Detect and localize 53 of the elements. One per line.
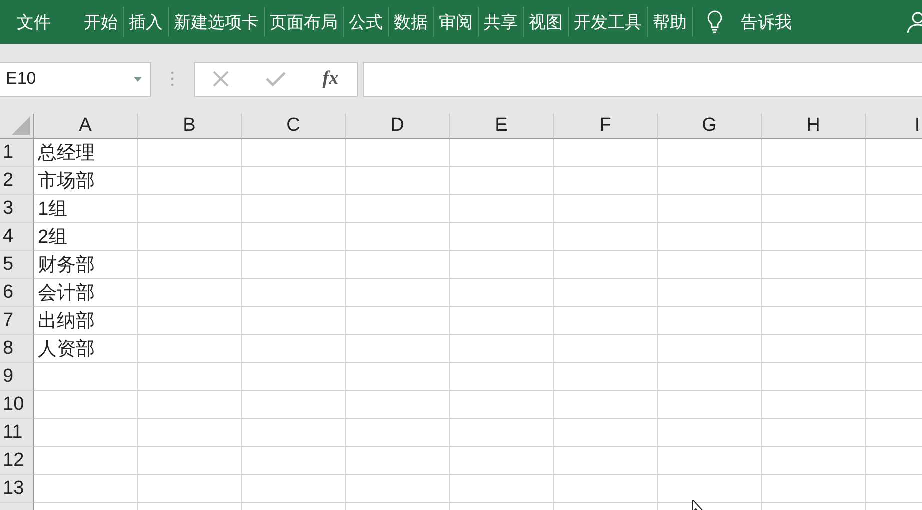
row-header[interactable]: 3	[0, 195, 34, 223]
ribbon-tab[interactable]: 公式	[344, 0, 388, 44]
name-box[interactable]: E10	[0, 62, 151, 96]
column-header[interactable]: C	[242, 114, 346, 139]
table-cell: 会计部	[34, 279, 138, 307]
row-header[interactable]: 11	[0, 419, 34, 447]
row-header[interactable]: 2	[0, 167, 34, 195]
file-tab[interactable]: 文件	[0, 0, 67, 44]
row-header[interactable]: 12	[0, 447, 34, 475]
row-header[interactable]: 13	[0, 475, 34, 503]
checkmark-icon[interactable]	[266, 71, 286, 87]
column-header[interactable]: F	[554, 114, 658, 139]
row-header[interactable]: 10	[0, 391, 34, 419]
select-all-icon[interactable]	[12, 117, 30, 135]
column-header[interactable]: D	[346, 114, 450, 139]
column-header[interactable]: A	[34, 114, 138, 139]
table-cell: 出纳部	[34, 307, 138, 335]
mouse-pointer-icon	[692, 500, 704, 510]
table-cell: 财务部	[34, 251, 138, 279]
tell-me-search[interactable]: 告诉我	[735, 10, 798, 34]
ribbon-tab[interactable]: 数据	[389, 0, 433, 44]
lightbulb-icon	[707, 10, 723, 34]
column-header[interactable]: G	[658, 114, 762, 139]
column-header[interactable]: H	[762, 114, 866, 139]
ribbon-tab[interactable]: 开发工具	[569, 0, 647, 44]
table-cell: 市场部	[34, 167, 138, 195]
row-header[interactable]: 6	[0, 279, 34, 307]
row-header[interactable]: 8	[0, 335, 34, 363]
ribbon-tab[interactable]: 共享	[479, 0, 523, 44]
ribbon-tab[interactable]: 新建选项卡	[169, 0, 264, 44]
row-header[interactable]: 1	[0, 139, 34, 167]
cancel-icon[interactable]	[213, 71, 230, 87]
row-header[interactable]: 7	[0, 307, 34, 335]
ribbon-tab[interactable]: 插入	[124, 0, 168, 44]
table-cell: 总经理	[34, 139, 138, 167]
ribbon-tab[interactable]: 页面布局	[265, 0, 343, 44]
table-cell: 1组	[34, 195, 138, 223]
ribbon-tab[interactable]: 帮助	[648, 0, 692, 44]
drag-handle-icon[interactable]	[171, 71, 174, 87]
insert-function-button[interactable]: fx	[322, 68, 339, 90]
row-header[interactable]: 4	[0, 223, 34, 251]
table-cell: 2组	[34, 223, 138, 251]
column-header[interactable]: B	[138, 114, 242, 139]
table-cell: 人资部	[34, 335, 138, 363]
ribbon-tab[interactable]: 审阅	[434, 0, 478, 44]
column-header[interactable]: E	[450, 114, 554, 139]
ribbon-tab[interactable]: 开始	[79, 0, 123, 44]
column-header[interactable]: I	[866, 114, 922, 139]
row-header[interactable]: 5	[0, 251, 34, 279]
cell-reference: E10	[6, 69, 36, 89]
ribbon-tab[interactable]: 视图	[524, 0, 568, 44]
row-header[interactable]: 9	[0, 363, 34, 391]
dropdown-caret-icon[interactable]	[134, 76, 142, 82]
